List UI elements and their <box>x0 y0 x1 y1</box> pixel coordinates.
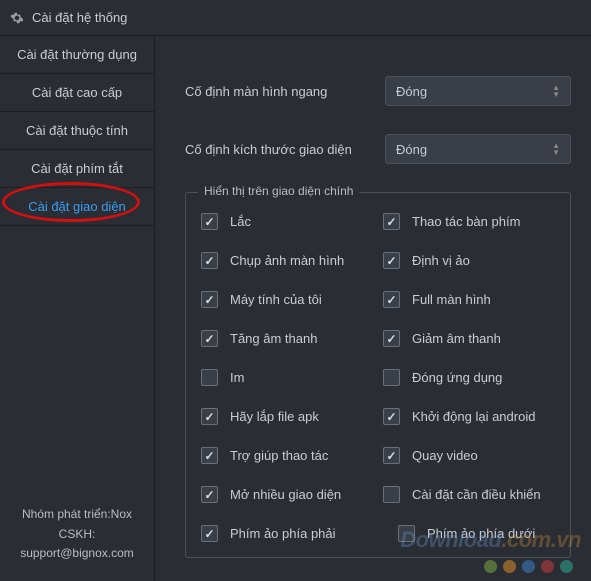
checkbox-label: Thao tác bàn phím <box>412 214 520 229</box>
checkbox-item-6[interactable]: Tăng âm thanh <box>201 330 373 347</box>
display-fieldset: Hiển thị trên giao diện chính LắcThao tá… <box>185 192 571 558</box>
fix-size-label: Cố định kích thước giao diện <box>185 142 365 157</box>
fix-landscape-select[interactable]: Đóng ▲▼ <box>385 76 571 106</box>
checkbox-box[interactable] <box>201 447 218 464</box>
dot <box>484 560 497 573</box>
checkbox-box[interactable] <box>383 447 400 464</box>
checkbox-item-4[interactable]: Máy tính của tôi <box>201 291 373 308</box>
checkbox-label: Trợ giúp thao tác <box>230 448 328 463</box>
checkbox-box[interactable] <box>201 291 218 308</box>
sidebar-item-interface[interactable]: Cài đặt giao diện <box>0 188 154 226</box>
checkbox-label: Hãy lắp file apk <box>230 409 319 424</box>
checkbox-label: Lắc <box>230 214 251 229</box>
sidebar: Cài đặt thường dụng Cài đặt cao cấp Cài … <box>0 36 155 581</box>
checkbox-item-10[interactable]: Hãy lắp file apk <box>201 408 373 425</box>
dot <box>503 560 516 573</box>
checkbox-box[interactable] <box>201 330 218 347</box>
checkbox-box[interactable] <box>383 213 400 230</box>
checkbox-box[interactable] <box>201 408 218 425</box>
checkbox-label: Chụp ảnh màn hình <box>230 253 344 268</box>
checkbox-label: Khởi động lại android <box>412 409 535 424</box>
checkbox-label: Máy tính của tôi <box>230 292 322 307</box>
checkbox-item-3[interactable]: Định vị ảo <box>383 252 555 269</box>
checkbox-label: Full màn hình <box>412 292 491 307</box>
checkbox-item-14[interactable]: Mở nhiều giao diện <box>201 486 373 503</box>
checkbox-label: Mở nhiều giao diện <box>230 487 341 502</box>
checkbox-box[interactable] <box>383 252 400 269</box>
checkbox-label: Tăng âm thanh <box>230 331 317 346</box>
gear-icon <box>10 11 24 25</box>
fix-landscape-label: Cố định màn hình ngang <box>185 84 365 99</box>
checkbox-item-2[interactable]: Chụp ảnh màn hình <box>201 252 373 269</box>
checkbox-item-8[interactable]: Im <box>201 369 373 386</box>
checkbox-item-9[interactable]: Đóng ứng dụng <box>383 369 555 386</box>
spinner-icon: ▲▼ <box>552 143 560 156</box>
checkbox-label: Giảm âm thanh <box>412 331 501 346</box>
checkbox-label: Im <box>230 370 244 385</box>
sidebar-item-advanced[interactable]: Cài đặt cao cấp <box>0 74 154 112</box>
checkbox-box[interactable] <box>398 525 415 542</box>
dot <box>541 560 554 573</box>
checkbox-item-15[interactable]: Cài đặt cần điều khiển <box>383 486 555 503</box>
sidebar-item-general[interactable]: Cài đặt thường dụng <box>0 36 154 74</box>
checkbox-box[interactable] <box>383 369 400 386</box>
checkbox-box[interactable] <box>201 525 218 542</box>
checkbox-item-7[interactable]: Giảm âm thanh <box>383 330 555 347</box>
checkbox-item-0[interactable]: Lắc <box>201 213 373 230</box>
watermark-dots <box>484 560 573 573</box>
checkbox-item-12[interactable]: Trợ giúp thao tác <box>201 447 373 464</box>
checkbox-box[interactable] <box>201 369 218 386</box>
checkbox-item-13[interactable]: Quay video <box>383 447 555 464</box>
title-bar: Cài đặt hệ thống <box>0 0 591 36</box>
checkbox-box[interactable] <box>383 330 400 347</box>
checkbox-label: Phím ảo phía phải <box>230 526 336 541</box>
checkbox-label: Cài đặt cần điều khiển <box>412 487 541 502</box>
checkbox-box[interactable] <box>383 291 400 308</box>
sidebar-item-shortcuts[interactable]: Cài đặt phím tắt <box>0 150 154 188</box>
checkbox-box[interactable] <box>201 252 218 269</box>
checkbox-item-11[interactable]: Khởi động lại android <box>383 408 555 425</box>
checkbox-box[interactable] <box>383 486 400 503</box>
checkbox-item-5[interactable]: Full màn hình <box>383 291 555 308</box>
sidebar-footer: Nhóm phát triển:Nox CSKH: support@bignox… <box>0 495 154 581</box>
checkbox-box[interactable] <box>383 408 400 425</box>
checkbox-item-1[interactable]: Thao tác bàn phím <box>383 213 555 230</box>
main-panel: Cố định màn hình ngang Đóng ▲▼ Cố định k… <box>155 36 591 581</box>
checkbox-label: Định vị ảo <box>412 253 470 268</box>
fix-size-select[interactable]: Đóng ▲▼ <box>385 134 571 164</box>
checkbox-label: Quay video <box>412 448 478 463</box>
checkbox-box[interactable] <box>201 213 218 230</box>
checkbox-label: Đóng ứng dụng <box>412 370 502 385</box>
checkbox-label: Phím ảo phía dưới <box>427 526 535 541</box>
dot <box>522 560 535 573</box>
spinner-icon: ▲▼ <box>552 85 560 98</box>
fieldset-legend: Hiển thị trên giao diện chính <box>198 184 359 198</box>
sidebar-item-properties[interactable]: Cài đặt thuộc tính <box>0 112 154 150</box>
dot <box>560 560 573 573</box>
window-title: Cài đặt hệ thống <box>32 10 127 25</box>
footer-checkbox-0[interactable]: Phím ảo phía phải <box>201 525 358 542</box>
checkbox-box[interactable] <box>201 486 218 503</box>
footer-checkbox-1[interactable]: Phím ảo phía dưới <box>398 525 555 542</box>
